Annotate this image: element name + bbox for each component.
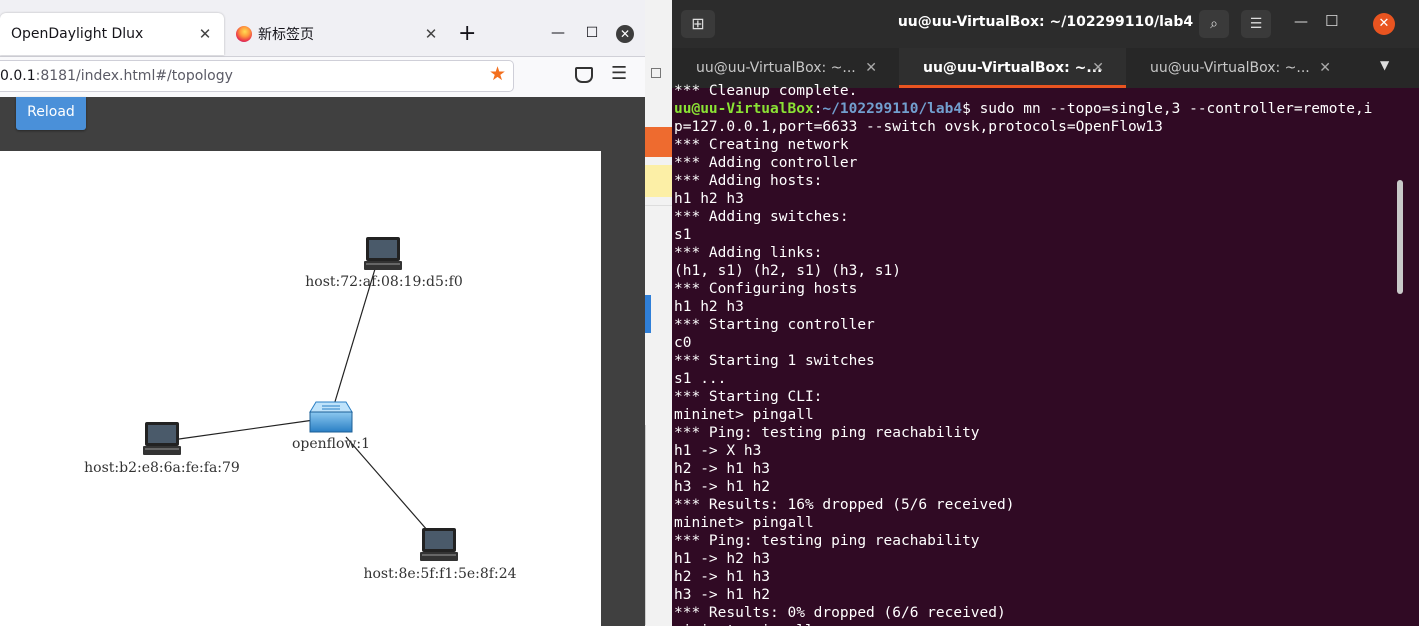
host-label: host:b2:e8:6a:fe:fa:79 (84, 460, 240, 476)
url-path: :8181/index.html#/topology (35, 68, 233, 84)
terminal-scrollbar[interactable] (1397, 180, 1403, 294)
firefox-logo-icon (236, 26, 252, 42)
browser-window: OpenDaylight Dlux ✕ 新标签页 ✕ + — ☐ ✕ 0.0.1… (0, 0, 645, 626)
terminal-line: h2 -> h1 h3 (674, 569, 771, 585)
minimize-icon[interactable]: — (1294, 14, 1308, 30)
command-text: sudo mn --topo=single,3 --controller=rem… (970, 101, 1373, 117)
terminal-line: *** Adding controller (674, 155, 858, 171)
chevron-down-icon[interactable]: ▼ (1380, 58, 1389, 72)
terminal-line: c0 (674, 335, 692, 351)
browser-nav-bar: 0.0.1:8181/index.html#/topology ★ ☰ (0, 57, 645, 98)
terminal-line: mininet> pingall (674, 622, 1394, 626)
browser-tab-strip: OpenDaylight Dlux ✕ 新标签页 ✕ + — ☐ ✕ (0, 0, 645, 57)
menu-icon[interactable]: ☰ (1241, 10, 1271, 38)
terminal-line: *** Starting 1 switches (674, 353, 875, 369)
tab-new-tab-page[interactable]: 新标签页 ✕ (228, 13, 450, 55)
maximize-icon[interactable]: ☐ (582, 23, 602, 43)
terminal-line: *** Creating network (674, 137, 849, 153)
terminal-line: (h1, s1) (h2, s1) (h3, s1) (674, 263, 901, 279)
blue-button-edge (645, 295, 651, 333)
terminal-output[interactable]: *** Cleanup complete. uu@uu-VirtualBox:~… (674, 82, 1394, 626)
terminal-line: h1 -> X h3 (674, 443, 762, 459)
terminal-line: *** Configuring hosts (674, 281, 858, 297)
url-bar[interactable]: 0.0.1:8181/index.html#/topology (0, 60, 514, 92)
maximize-icon[interactable]: ☐ (1325, 12, 1338, 30)
tab-label: OpenDaylight Dlux (11, 26, 144, 42)
terminal-window: ⊞ uu@uu-VirtualBox: ~/102299110/lab4 ⌕ ☰… (672, 0, 1419, 626)
url-host: 0.0.1 (0, 68, 36, 84)
maximize-icon (651, 68, 661, 78)
orange-banner (645, 127, 672, 157)
terminal-line: *** Adding switches: (674, 209, 849, 225)
terminal-output-lines: *** Creating network *** Adding controlle… (674, 136, 1394, 626)
topology-canvas[interactable]: host:72:af:08:19:d5:f0 openflow:1 host:b… (0, 151, 601, 626)
switch-node[interactable] (309, 401, 353, 433)
terminal-line: mininet> pingall (674, 515, 814, 531)
terminal-tab-label: uu@uu-VirtualBox: ~... (923, 60, 1103, 76)
terminal-line: *** Adding hosts: (674, 173, 823, 189)
tab-label: 新标签页 (258, 27, 314, 43)
page-content: Reload host:72:af:08:19:d5:f0 openflow:1… (0, 97, 645, 626)
minimize-icon[interactable]: — (548, 23, 568, 43)
host-node-left[interactable] (143, 422, 181, 455)
terminal-line: *** Starting controller (674, 317, 875, 333)
terminal-line: *** Cleanup complete. (674, 83, 858, 99)
terminal-header-bar: ⊞ uu@uu-VirtualBox: ~/102299110/lab4 ⌕ ☰… (672, 0, 1419, 48)
prompt-symbol: $ (962, 101, 971, 117)
terminal-line: *** Ping: testing ping reachability (674, 533, 980, 549)
tab-opendaylight-dlux[interactable]: OpenDaylight Dlux ✕ (0, 13, 224, 55)
command-continuation: p=127.0.0.1,port=6633 --switch ovsk,prot… (674, 119, 1163, 135)
terminal-line: h1 h2 h3 (674, 299, 744, 315)
new-tab-button[interactable]: + (458, 21, 476, 47)
switch-label: openflow:1 (291, 436, 371, 452)
terminal-line: *** Adding links: (674, 245, 823, 261)
terminal-tab-label: uu@uu-VirtualBox: ~... (1150, 60, 1310, 76)
hamburger-menu-icon[interactable]: ☰ (611, 64, 627, 84)
prompt-user: uu@uu-VirtualBox (674, 101, 814, 117)
terminal-line: *** Starting CLI: (674, 389, 823, 405)
reload-button[interactable]: Reload (16, 97, 86, 130)
panel-edge (645, 425, 656, 625)
yellow-banner (645, 165, 672, 197)
topology-graph (143, 237, 458, 561)
host-node-bottom[interactable] (420, 528, 458, 561)
host-label: host:8e:5f:f1:5e:8f:24 (363, 566, 517, 582)
terminal-line: h2 -> h1 h3 (674, 461, 771, 477)
terminal-line: *** Ping: testing ping reachability (674, 425, 980, 441)
terminal-line: h3 -> h1 h2 (674, 479, 771, 495)
terminal-prompt-line: uu@uu-VirtualBox:~/102299110/lab4$ sudo … (674, 101, 1373, 117)
terminal-line: *** Results: 0% dropped (6/6 received) (674, 605, 1006, 621)
window-close-icon[interactable]: ✕ (1373, 13, 1395, 35)
host-label: host:72:af:08:19:d5:f0 (305, 274, 463, 290)
window-close-icon[interactable]: ✕ (616, 25, 634, 43)
terminal-tab-label: uu@uu-VirtualBox: ~... (696, 60, 856, 76)
terminal-line: s1 ... (674, 371, 727, 387)
terminal-line: s1 (674, 227, 692, 243)
terminal-line: h1 -> h2 h3 (674, 551, 771, 567)
terminal-line: mininet> pingall (674, 407, 814, 423)
terminal-line: h3 -> h1 h2 (674, 587, 771, 603)
close-tab-icon[interactable]: ✕ (420, 25, 442, 43)
bookmark-star-icon[interactable]: ★ (489, 64, 506, 84)
pocket-icon[interactable] (575, 67, 593, 83)
close-tab-icon[interactable]: ✕ (194, 25, 216, 43)
terminal-line: *** Results: 16% dropped (5/6 received) (674, 497, 1015, 513)
terminal-line: h1 h2 h3 (674, 191, 744, 207)
prompt-path: ~/102299110/lab4 (822, 101, 963, 117)
background-window-edge (645, 0, 672, 626)
divider (645, 205, 672, 206)
host-node-top[interactable] (364, 237, 402, 270)
search-icon[interactable]: ⌕ (1199, 10, 1229, 38)
